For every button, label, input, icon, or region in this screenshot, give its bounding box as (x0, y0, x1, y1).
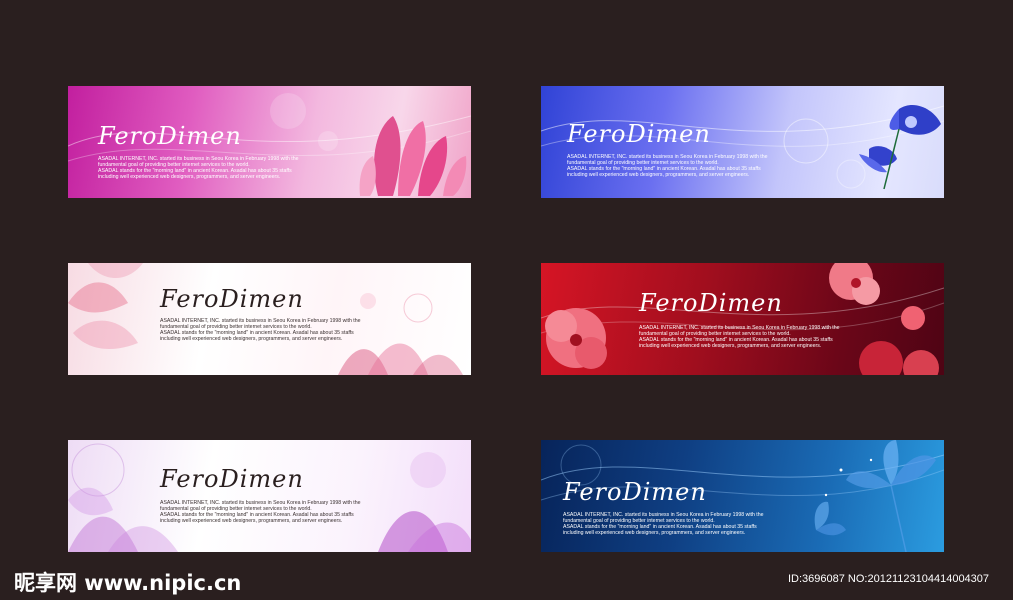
blue-lily-illustration (814, 440, 936, 552)
banner-description: ASADAL INTERNET, INC. started its busine… (98, 156, 299, 180)
banner-description: ASADAL INTERNET, INC. started its busine… (567, 154, 768, 178)
lilac-floral-background (68, 443, 471, 552)
banner-description: ASADAL INTERNET, INC. started its busine… (160, 318, 361, 342)
red-blossom-right-illustration (829, 263, 939, 375)
banner-title: FeroDimen (160, 465, 304, 493)
banner-navy: FeroDimen ASADAL INTERNET, INC. started … (541, 440, 944, 552)
image-id-label: ID:3696087 NO:20121123104414004307 (788, 573, 990, 585)
banner-title: FeroDimen (160, 285, 304, 313)
red-blossom-left-illustration (545, 308, 607, 369)
banner-title: FeroDimen (98, 122, 242, 150)
banner-red: FeroDimen ASADAL INTERNET, INC. started … (541, 263, 944, 375)
banner-description: ASADAL INTERNET, INC. started its busine… (563, 512, 764, 536)
site-watermark: 昵享网 www.nipic.cn (14, 571, 242, 595)
morning-glory-flowers-illustration (859, 104, 941, 190)
banner-title: FeroDimen (563, 478, 707, 506)
banner-description: ASADAL INTERNET, INC. started its busine… (160, 500, 361, 524)
banner-description: ASADAL INTERNET, INC. started its busine… (639, 325, 840, 349)
banner-lilac: FeroDimen ASADAL INTERNET, INC. started … (68, 440, 471, 552)
banner-blue: FeroDimen ASADAL INTERNET, INC. started … (541, 86, 944, 198)
banner-title: FeroDimen (639, 289, 783, 317)
banner-pink: FeroDimen ASADAL INTERNET, INC. started … (68, 263, 471, 375)
tulip-flowers-illustration (359, 116, 467, 196)
banner-magenta: FeroDimen ASADAL INTERNET, INC. started … (68, 86, 471, 198)
banner-title: FeroDimen (567, 120, 711, 148)
